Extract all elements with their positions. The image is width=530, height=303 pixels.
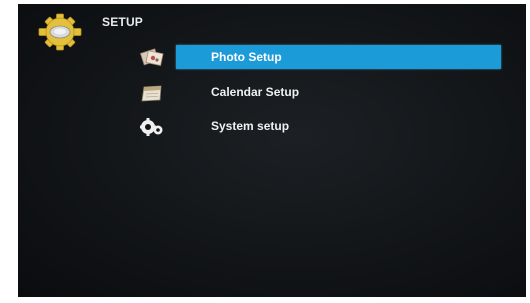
page-title: SETUP: [102, 15, 144, 29]
photos-icon: [139, 48, 164, 67]
menu-item-label: Calendar Setup: [211, 85, 300, 99]
system-gears-icon: [140, 118, 163, 136]
menu-item-calendar-setup[interactable]: Calendar Setup: [18, 80, 526, 106]
tv-frame: SETUP Photo Setup Calendar Setup System …: [0, 0, 530, 303]
calendar-icon: [141, 85, 162, 102]
setup-screen: SETUP Photo Setup Calendar Setup System …: [18, 4, 526, 297]
menu-item-label: System setup: [211, 119, 290, 133]
menu-item-system-setup[interactable]: System setup: [18, 114, 526, 140]
menu-item-label: Photo Setup: [211, 50, 282, 64]
menu-item-photo-setup[interactable]: Photo Setup: [18, 45, 526, 71]
